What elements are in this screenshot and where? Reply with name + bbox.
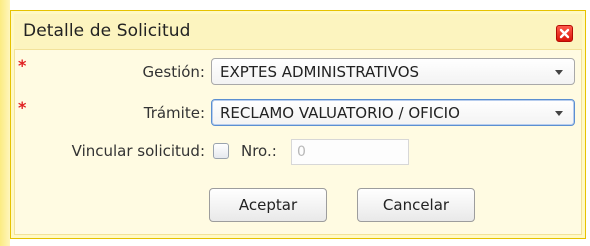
dialog-title: Detalle de Solicitud [23,21,191,41]
required-marker: * [18,56,27,75]
nro-input[interactable]: 0 [291,139,409,165]
gestion-value: EXPTES ADMINISTRATIVOS [220,63,420,81]
close-icon [559,28,570,39]
accept-button[interactable]: Aceptar [209,188,327,222]
required-marker: * [18,98,27,117]
cancel-button[interactable]: Cancelar [357,188,475,222]
dialog-titlebar[interactable]: Detalle de Solicitud [14,14,582,49]
nro-label: Nro.: [241,142,277,160]
gestion-select[interactable]: EXPTES ADMINISTRATIVOS [211,58,575,85]
form-panel: * Gestión: EXPTES ADMINISTRATIVOS * Trám… [14,49,582,235]
solicitud-detail-dialog: Detalle de Solicitud * Gestión: EXPTES A… [10,10,586,239]
chevron-down-icon [555,70,563,75]
gestion-label: Gestión: [142,63,205,81]
window-frame-edge [0,0,10,246]
vincular-checkbox[interactable] [213,143,229,159]
tramite-value: RECLAMO VALUATORIO / OFICIO [220,104,460,122]
nro-value: 0 [297,144,306,160]
close-button[interactable] [556,25,573,42]
chevron-down-icon [555,111,563,116]
tramite-select[interactable]: RECLAMO VALUATORIO / OFICIO [211,99,575,126]
vincular-label: Vincular solicitud: [71,142,205,160]
tramite-label: Trámite: [143,104,205,122]
